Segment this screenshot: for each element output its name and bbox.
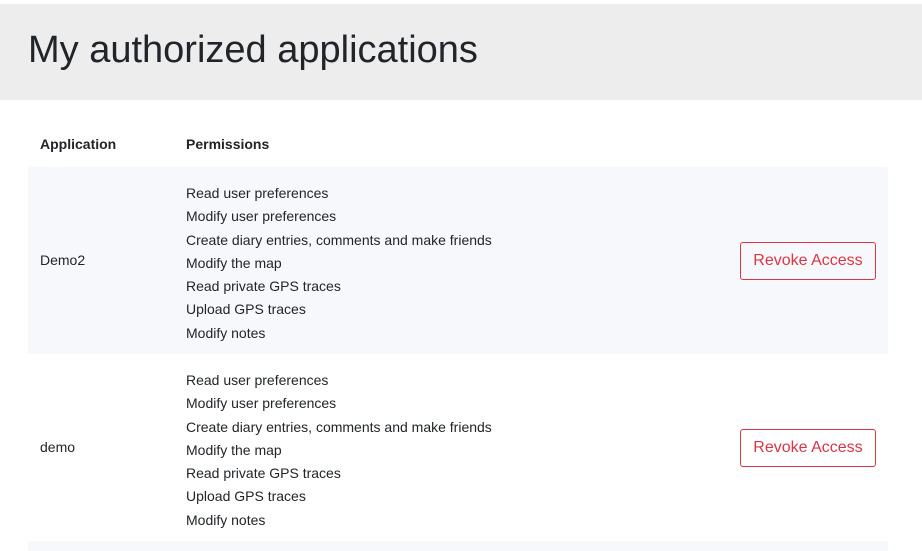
permission-item: Upload GPS traces (186, 488, 306, 505)
permission-item: Read user preferences (186, 372, 329, 388)
permission-item: Read user preferences (186, 185, 329, 201)
permission-item: Create diary entries, comments and make … (186, 231, 492, 248)
revoke-access-button[interactable]: Revoke Access (740, 242, 876, 280)
table-row: Demo2 Read user preferences Modify user … (28, 167, 888, 354)
permission-item: Modify user preferences (186, 208, 337, 225)
permission-item: Modify notes (186, 324, 266, 341)
permission-item: Read private GPS traces (186, 465, 341, 482)
page-header: My authorized applications (0, 4, 922, 100)
application-name: demo (40, 439, 76, 455)
column-header-permissions: Permissions (186, 136, 270, 152)
permission-list: Read user preferences Modify user prefer… (186, 369, 492, 532)
authorized-apps-table: Application Permissions Demo2 Read user … (28, 122, 888, 551)
permission-item: Read private GPS traces (186, 278, 341, 295)
permission-item: Create diary entries, comments and make … (186, 418, 492, 435)
permission-item: Modify user preferences (186, 395, 337, 412)
revoke-access-button[interactable]: Revoke Access (740, 429, 876, 467)
permission-item: Modify notes (186, 511, 266, 528)
permission-list: Read user preferences Modify user prefer… (186, 182, 492, 345)
column-header-application: Application (40, 136, 117, 152)
table-row: demo Read user preferences Modify user p… (28, 354, 888, 541)
application-name: Demo2 (40, 252, 86, 268)
table-row-partial (28, 541, 888, 551)
permission-item: Modify the map (186, 254, 282, 271)
permission-item: Upload GPS traces (186, 301, 306, 318)
page-title: My authorized applications (28, 29, 478, 71)
permission-item: Modify the map (186, 441, 282, 458)
table-header: Application Permissions (28, 122, 888, 167)
